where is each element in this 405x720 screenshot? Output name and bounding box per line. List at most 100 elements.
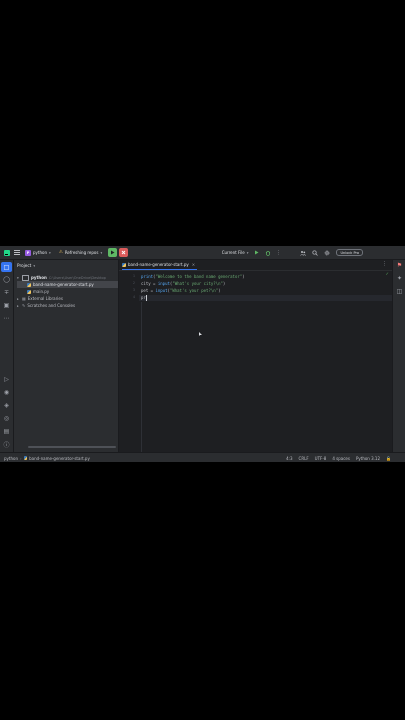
services-icon[interactable]: ◎	[3, 415, 10, 422]
tree-root-name: python	[31, 275, 47, 280]
project-widget[interactable]: P python ▾	[25, 246, 51, 259]
breadcrumb-item[interactable]: python	[4, 456, 18, 461]
lock-icon[interactable]: 🔓	[386, 456, 391, 461]
tree-file-name: band-name-generator-start.py	[33, 282, 94, 287]
status-bar: python › band-name-generator-start.py 4:…	[0, 452, 405, 462]
chevron-down-icon: ▾	[246, 250, 249, 255]
indent-setting[interactable]: 4 spaces	[332, 456, 350, 461]
more-vertical-icon[interactable]: ⋮	[273, 246, 283, 259]
code-line[interactable]: print("Welcome to the band name generato…	[141, 274, 245, 279]
main-toolbar: P python ▾ ⚠ Refreshing repos ▾ Current …	[0, 246, 405, 260]
vcs-widget[interactable]: ⚠ Refreshing repos ▾	[59, 246, 102, 259]
code-token: "What's your pet?\n"	[169, 288, 219, 293]
run-icon[interactable]	[251, 246, 262, 259]
chevron-down-icon: ▾	[49, 250, 51, 255]
breadcrumb: python › band-name-generator-start.py	[4, 456, 90, 461]
notifications-icon[interactable]: ⚑	[396, 262, 403, 269]
main-menu-icon[interactable]	[12, 246, 22, 259]
unlock-pro-label: Unlock Pro	[336, 249, 363, 256]
tree-file-main[interactable]: main.py	[17, 288, 49, 295]
code-token: input	[155, 288, 168, 293]
python-console-icon[interactable]: ◈	[3, 402, 10, 409]
mouse-pointer-icon	[199, 321, 202, 340]
more-vertical-icon[interactable]: ⋮	[382, 261, 387, 267]
ai-assistant-icon[interactable]: ✦	[396, 275, 403, 282]
editor-tab-label: band-name-generator-start.py	[128, 262, 189, 267]
folder-icon	[22, 274, 29, 281]
external-libraries-label: External Libraries	[27, 296, 63, 301]
code-token: "Welcome to the band name generator"	[155, 274, 243, 279]
python-packages-icon[interactable]: ◉	[3, 389, 10, 396]
code-token: )	[242, 274, 245, 279]
run-tool-icon[interactable]: ▷	[3, 376, 10, 383]
python-file-icon	[27, 282, 31, 287]
close-icon[interactable]: ×	[192, 262, 195, 267]
caret-position[interactable]: 4:3	[286, 456, 292, 461]
python-file-icon	[23, 456, 28, 460]
problems-icon[interactable]: ⓘ	[3, 441, 10, 449]
pull-requests-icon[interactable]: ∓	[3, 289, 10, 296]
commit-icon[interactable]: ◯	[3, 276, 10, 283]
structure-icon[interactable]: ▣	[3, 302, 10, 309]
tree-file-band-name-generator[interactable]: band-name-generator-start.py	[17, 281, 118, 288]
chevron-down-icon: ▾	[33, 263, 36, 268]
code-token: )	[218, 288, 221, 293]
code-token: )	[222, 281, 226, 286]
chevron-right-icon: ›	[20, 455, 22, 461]
horizontal-scrollbar[interactable]	[28, 446, 116, 448]
python-file-icon	[122, 262, 126, 267]
gear-icon[interactable]	[321, 246, 333, 259]
stop-button[interactable]	[119, 248, 129, 257]
chevron-down-icon: ▾	[100, 250, 103, 255]
folder-icon[interactable]: □	[1, 262, 12, 272]
unlock-pro-button[interactable]: Unlock Pro	[336, 246, 363, 259]
project-badge: P	[25, 249, 31, 256]
right-tool-bar: ⚑ ✦ ◫	[392, 260, 405, 452]
run-button[interactable]	[108, 248, 118, 257]
project-panel-header[interactable]: Project ▾	[17, 263, 35, 268]
code-line[interactable]: pet = input("What's your pet?\n")	[141, 288, 221, 293]
collaboration-icon[interactable]	[297, 246, 309, 259]
search-icon[interactable]	[309, 246, 321, 259]
text-cursor	[146, 295, 147, 301]
library-icon: ▦	[22, 296, 26, 301]
file-encoding[interactable]: UTF-8	[315, 456, 327, 461]
line-number: 2	[132, 281, 135, 285]
warning-icon: ⚠	[58, 250, 63, 255]
code-line[interactable]: city = input("What's your city?\n")	[141, 281, 225, 286]
tree-root-python[interactable]: ▾ python C:\Users\User\OneDrive\Desktop	[17, 274, 106, 281]
line-separator[interactable]: CRLF	[299, 456, 309, 461]
database-icon[interactable]: ◫	[396, 288, 403, 295]
editor-tab[interactable]: band-name-generator-start.py ×	[122, 260, 198, 270]
line-number: 1	[132, 274, 135, 278]
debug-icon[interactable]	[262, 246, 273, 259]
close-icon	[121, 250, 126, 255]
run-config-selector[interactable]: Current File ▾	[222, 246, 249, 259]
code-token: city =	[141, 281, 158, 286]
project-name: python	[33, 250, 47, 255]
breadcrumb-item[interactable]: band-name-generator-start.py	[29, 456, 90, 461]
app-logo-icon[interactable]	[2, 246, 12, 259]
branch-label: Refreshing repos	[64, 250, 99, 255]
editor-area: band-name-generator-start.py × ⋮ 1 2 3 4…	[119, 260, 392, 452]
tree-root-path: C:\Users\User\OneDrive\Desktop	[48, 275, 106, 280]
terminal-icon[interactable]: ▤	[3, 428, 10, 435]
code-token: print	[141, 274, 154, 279]
run-config-label: Current File	[221, 250, 245, 255]
code-token: input	[157, 281, 170, 286]
line-number: 4	[132, 295, 135, 299]
python-file-icon	[27, 289, 31, 294]
line-number: 3	[132, 288, 135, 292]
ide-window: P python ▾ ⚠ Refreshing repos ▾ Current …	[0, 246, 405, 462]
code-token: pet =	[141, 288, 156, 293]
tree-external-libraries[interactable]: ▸ ▦ External Libraries	[17, 295, 63, 302]
tree-file-name: main.py	[33, 289, 50, 294]
more-horizontal-icon[interactable]: ⋯	[3, 315, 10, 322]
tree-scratches[interactable]: ▸ ✎ Scratches and Consoles	[17, 302, 75, 309]
current-line-highlight	[139, 295, 392, 301]
run-icon	[111, 250, 115, 255]
project-panel-title: Project	[17, 263, 32, 268]
check-icon: ✓	[385, 271, 389, 276]
python-interpreter[interactable]: Python 3.12	[356, 456, 380, 461]
project-panel: Project ▾ ▾ python C:\Users\User\OneDriv…	[14, 260, 119, 452]
